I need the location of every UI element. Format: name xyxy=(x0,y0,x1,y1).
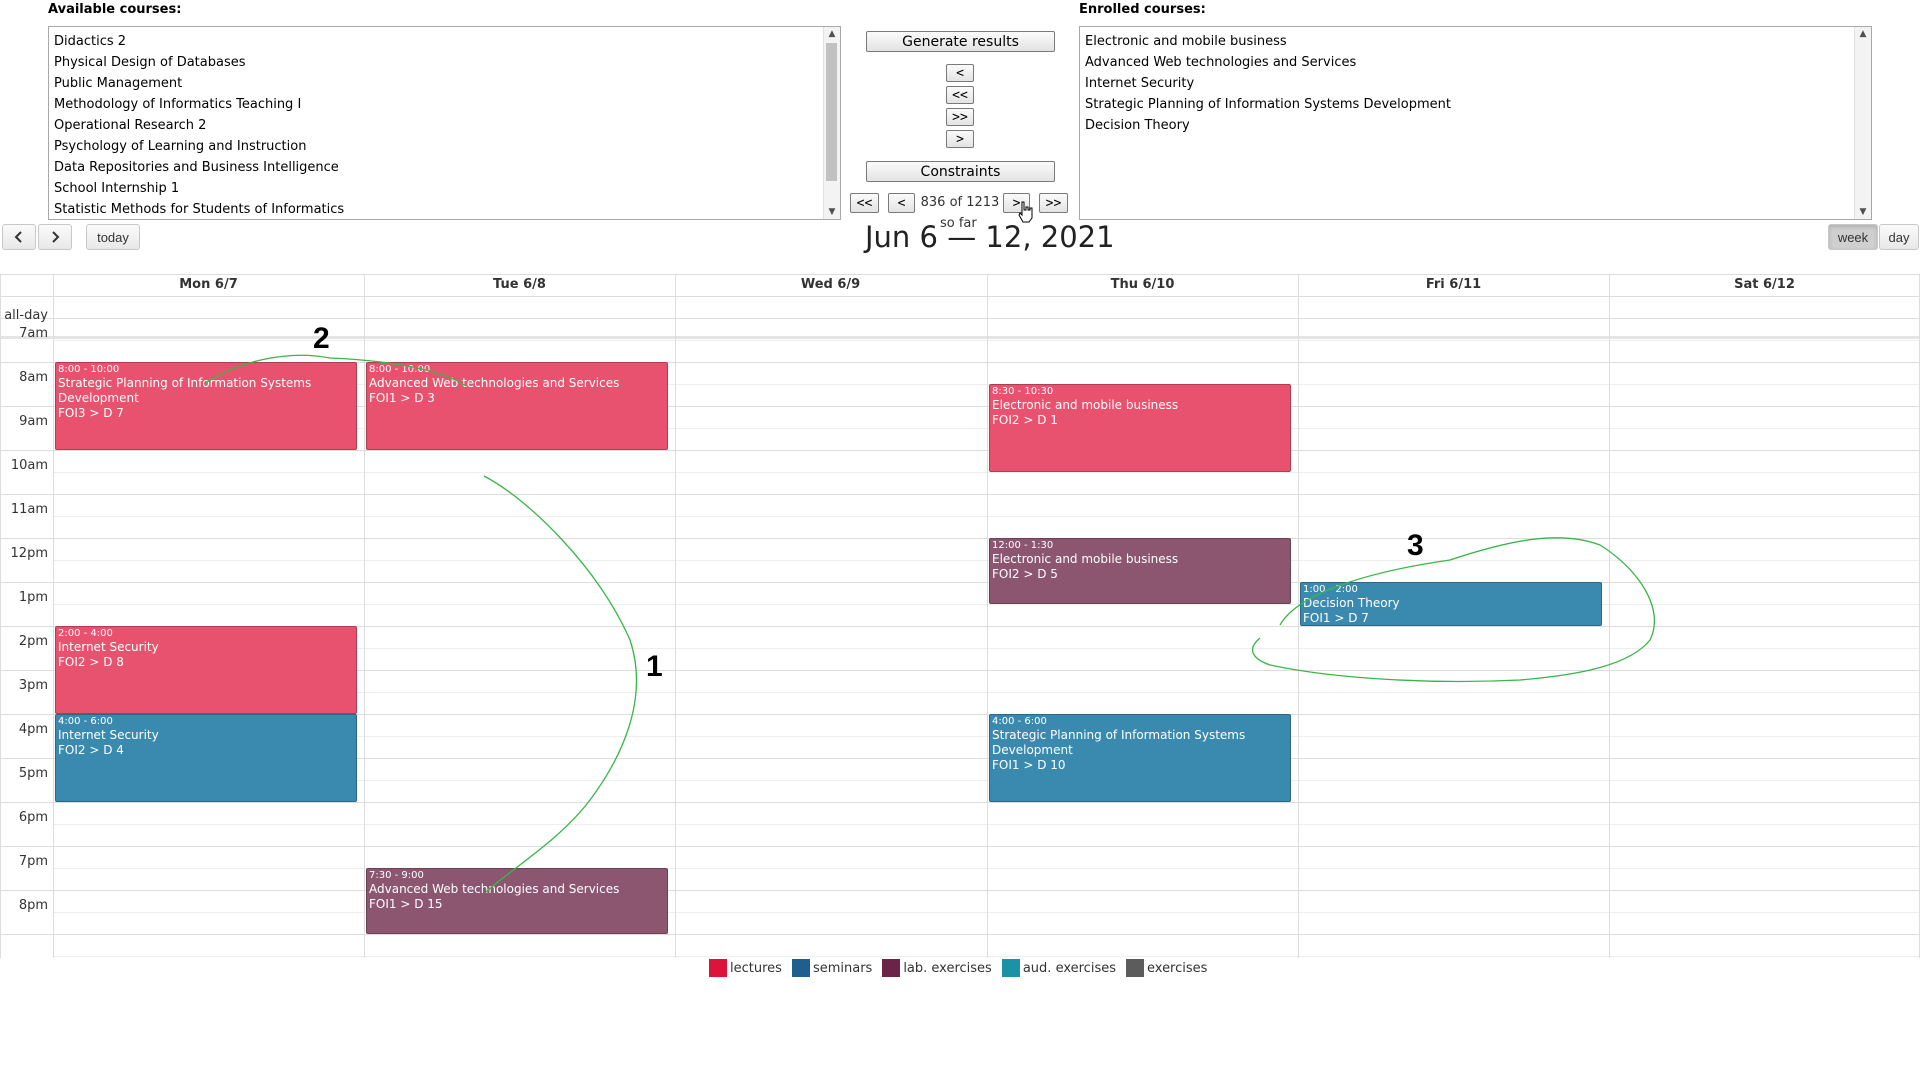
annotation-number-2: 2 xyxy=(313,322,330,355)
annotation-stroke-3 xyxy=(1251,537,1655,683)
annotation-number-3: 3 xyxy=(1407,529,1424,562)
annotation-overlay: 1 2 3 xyxy=(203,322,1655,893)
legend-swatch xyxy=(709,959,727,977)
annotation-number-1: 1 xyxy=(646,650,663,683)
legend-label: lab. exercises xyxy=(903,960,992,976)
legend-label: exercises xyxy=(1147,960,1208,976)
legend-label: aud. exercises xyxy=(1022,960,1116,976)
legend-swatch xyxy=(882,959,901,977)
legend-item: lectures xyxy=(709,959,782,977)
legend-item: seminars xyxy=(791,959,873,977)
legend-label: seminars xyxy=(812,960,873,976)
legend-item: lab. exercises xyxy=(882,959,992,977)
legend-item: exercises xyxy=(1126,959,1207,977)
annotation-stroke-2 xyxy=(203,354,467,387)
legend-label: lectures xyxy=(730,960,782,976)
annotation-stroke-1 xyxy=(483,475,638,893)
legend-swatch xyxy=(791,959,810,977)
legend: lectures seminars lab. exercises aud. exerc… xyxy=(709,958,1217,978)
legend-swatch xyxy=(1126,959,1144,977)
legend-item: aud. exercises xyxy=(1001,959,1116,977)
legend-swatch xyxy=(1001,959,1020,977)
